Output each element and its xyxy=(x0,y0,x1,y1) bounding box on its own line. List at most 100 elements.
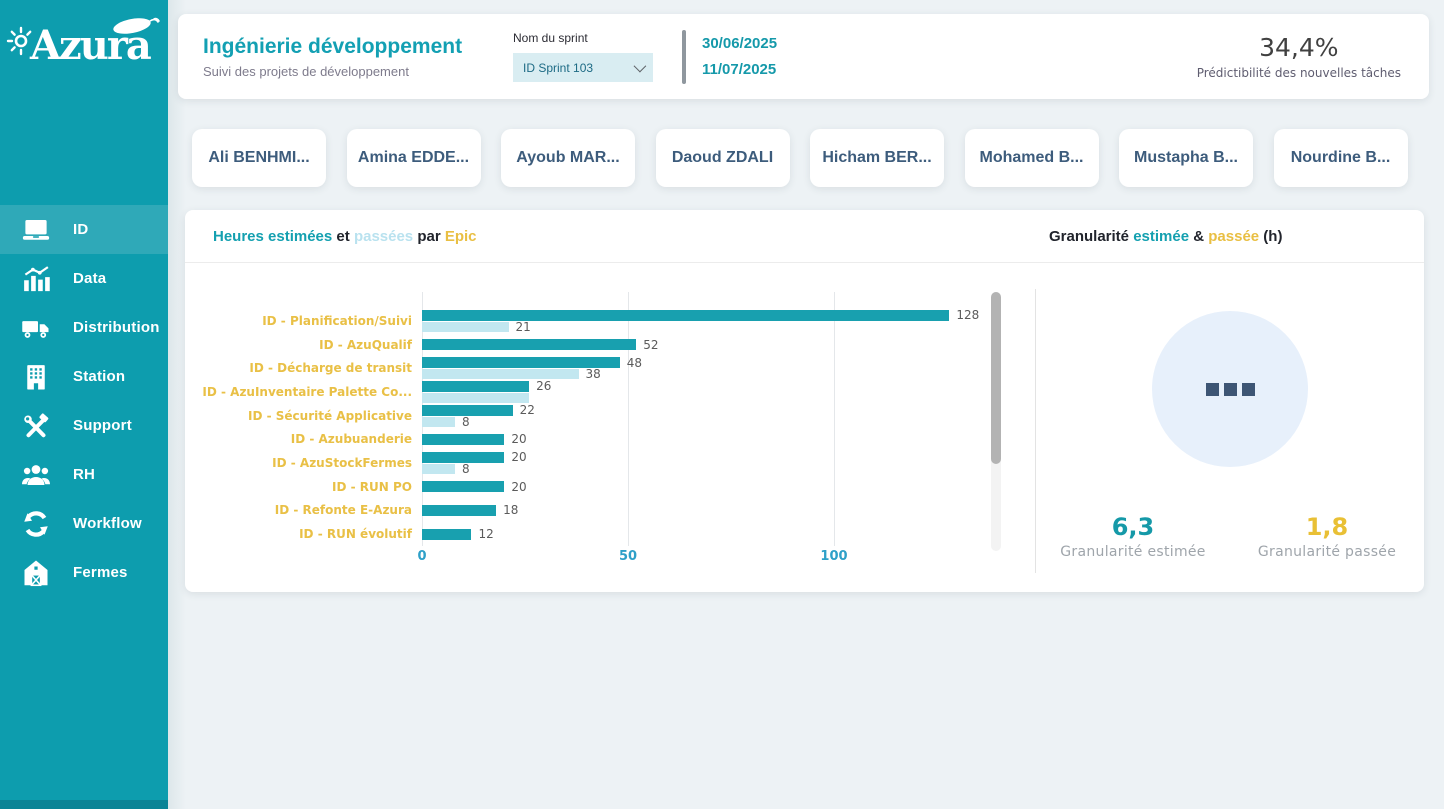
title-segment: par xyxy=(413,228,445,245)
sidebar-item-data[interactable]: Data xyxy=(0,254,168,303)
sidebar-item-label: Support xyxy=(73,417,132,434)
sidebar: Azura ID Data DistributionStation Support RH… xyxy=(0,0,168,809)
bar-row: ID - AzuInventaire Palette Co... 26 xyxy=(185,380,1035,404)
chart-body: ID - Planification/Suivi12821ID - AzuQua… xyxy=(185,263,1424,591)
bar-value-label: 128 xyxy=(956,308,979,322)
header-card: Ingénierie développement Suivi des proje… xyxy=(178,14,1429,99)
sidebar-item-fermes[interactable]: Fermes xyxy=(0,548,168,597)
page-subtitle: Suivi des projets de développement xyxy=(203,64,513,79)
bar-value-label: 20 xyxy=(511,432,526,446)
granularity-kpis: 6,3 Granularité estimée 1,8 Granularité … xyxy=(1036,513,1424,560)
laptop-icon xyxy=(21,215,51,245)
bar-value-label: 48 xyxy=(627,356,642,370)
bar-category-label: ID - Planification/Suivi xyxy=(185,314,422,328)
page-heading-block: Ingénierie développement Suivi des proje… xyxy=(178,35,513,79)
leaf-icon xyxy=(110,12,162,38)
bar-category-label: ID - AzuInventaire Palette Co... xyxy=(185,385,422,399)
chart-card: Heures estimées et passées par Epic Gran… xyxy=(185,210,1424,592)
title-segment: et xyxy=(332,228,354,245)
sprint-filter-block: Nom du sprint ID Sprint 103 xyxy=(513,31,678,82)
bar-category-label: ID - RUN PO xyxy=(185,480,422,494)
bar-category-label: ID - Sécurité Applicative xyxy=(185,409,422,423)
granularity-visual: 6,3 Granularité estimée 1,8 Granularité … xyxy=(1036,263,1424,591)
person-filter-button[interactable]: Ayoub MAR... xyxy=(501,129,635,187)
bar-value-label: 18 xyxy=(503,503,518,517)
sidebar-item-station[interactable]: Station xyxy=(0,352,168,401)
person-filter-button[interactable]: Nourdine B... xyxy=(1274,129,1408,187)
bar-row: ID - Azubuanderie20 xyxy=(185,427,1035,451)
x-axis-tick: 50 xyxy=(619,549,637,564)
predictability-value: 34,4% xyxy=(1197,33,1401,62)
bar-estimated[interactable] xyxy=(422,434,504,445)
bar-chart-title: Heures estimées et passées par Epic xyxy=(185,228,1035,245)
granularity-passed-label: Granularité passée xyxy=(1230,544,1424,560)
sidebar-item-support[interactable]: Support xyxy=(0,401,168,450)
bar-category-label: ID - RUN évolutif xyxy=(185,527,422,541)
bar-passed[interactable] xyxy=(422,393,529,403)
bar-estimated[interactable] xyxy=(422,505,496,516)
sidebar-menu: ID Data DistributionStation Support RH Workfl… xyxy=(0,205,168,597)
person-filter-button[interactable]: Mohamed B... xyxy=(965,129,1099,187)
app-logo: Azura xyxy=(0,0,168,95)
person-filter-button[interactable]: Amina EDDE... xyxy=(347,129,481,187)
bar-category-label: ID - Refonte E-Azura xyxy=(185,503,422,517)
sidebar-item-rh[interactable]: RH xyxy=(0,450,168,499)
ellipsis-icon xyxy=(1224,383,1237,396)
header-divider xyxy=(682,30,686,84)
workflow-icon xyxy=(21,509,51,539)
ellipsis-icon xyxy=(1206,383,1219,396)
bar-estimated[interactable] xyxy=(422,481,504,492)
bar-chart-icon xyxy=(21,264,51,294)
bar-row: ID - Planification/Suivi12821 xyxy=(185,309,1035,333)
bar-chart-region: ID - Planification/Suivi12821ID - AzuQua… xyxy=(185,263,1035,591)
bar-category-label: ID - AzuQualif xyxy=(185,338,422,352)
bar-estimated[interactable] xyxy=(422,529,471,540)
sidebar-item-distribution[interactable]: Distribution xyxy=(0,303,168,352)
x-axis-tick: 100 xyxy=(820,549,847,564)
sidebar-item-id[interactable]: ID xyxy=(0,205,168,254)
bar-row: ID - AzuStockFermes208 xyxy=(185,451,1035,475)
bar-row: ID - Sécurité Applicative228 xyxy=(185,404,1035,428)
sprint-dropdown[interactable]: ID Sprint 103 xyxy=(513,53,653,82)
bar-row: ID - Refonte E-Azura 18 xyxy=(185,499,1035,523)
bar-value-label: 22 xyxy=(520,403,535,417)
bar-value-label: 52 xyxy=(643,338,658,352)
title-segment: passée xyxy=(1208,228,1259,245)
bar-value-label: 12 xyxy=(478,527,493,541)
bar-estimated[interactable] xyxy=(422,339,636,350)
bar-passed[interactable] xyxy=(422,322,509,332)
bar-passed[interactable] xyxy=(422,464,455,474)
x-axis-tick: 0 xyxy=(417,549,426,564)
bar-category-label: ID - AzuStockFermes xyxy=(185,456,422,470)
people-icon xyxy=(21,460,51,490)
sidebar-item-label: Data xyxy=(73,270,106,287)
barn-icon xyxy=(21,558,51,588)
main-content: Ingénierie développement Suivi des proje… xyxy=(168,0,1444,809)
truck-icon xyxy=(21,313,51,343)
bar-value-label: 20 xyxy=(511,480,526,494)
bar-value-label: 20 xyxy=(511,450,526,464)
person-filter-button[interactable]: Hicham BER... xyxy=(810,129,944,187)
sidebar-item-label: ID xyxy=(73,221,88,238)
sidebar-item-label: RH xyxy=(73,466,95,483)
bar-row: ID - AzuQualif 52 xyxy=(185,333,1035,357)
bar-passed[interactable] xyxy=(422,369,579,379)
people-filter-row: Ali BENHMI... Amina EDDE... Ayoub MAR... Da… xyxy=(192,129,1408,187)
bar-chart-plot: ID - Planification/Suivi12821ID - AzuQua… xyxy=(185,309,1035,546)
person-filter-button[interactable]: Mustapha B... xyxy=(1119,129,1253,187)
bar-estimated[interactable] xyxy=(422,381,529,392)
x-axis: 0 50 100 xyxy=(185,549,1035,569)
bar-row: ID - RUN PO 20 xyxy=(185,475,1035,499)
sidebar-item-workflow[interactable]: Workflow xyxy=(0,499,168,548)
granularity-passed-block: 1,8 Granularité passée xyxy=(1230,513,1424,560)
bar-value-label: 26 xyxy=(536,379,551,393)
sidebar-bottom-strip xyxy=(0,800,168,809)
bar-passed[interactable] xyxy=(422,417,455,427)
granularity-title: Granularité estimée & passée (h) xyxy=(1035,228,1424,245)
person-filter-button[interactable]: Ali BENHMI... xyxy=(192,129,326,187)
person-filter-button[interactable]: Daoud ZDALI xyxy=(656,129,790,187)
title-segment: Granularité xyxy=(1049,228,1133,245)
bar-estimated[interactable] xyxy=(422,310,949,321)
page-title: Ingénierie développement xyxy=(203,35,513,59)
granularity-bubble[interactable] xyxy=(1152,311,1308,467)
